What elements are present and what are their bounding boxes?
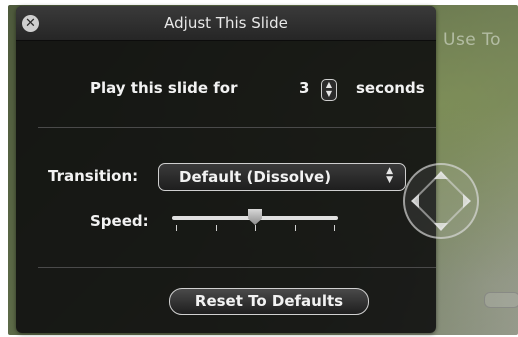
arrow-right-icon[interactable] bbox=[463, 194, 471, 208]
direction-pad-center bbox=[411, 171, 471, 231]
duration-label: Play this slide for bbox=[90, 79, 238, 97]
stepper-arrows-icon: ▲ ▼ bbox=[325, 80, 333, 98]
background-slide-text: Use To bbox=[443, 30, 502, 50]
hud-titlebar: ✕ Adjust This Slide bbox=[16, 6, 436, 41]
speed-slider-tick bbox=[176, 225, 177, 231]
arrow-left-icon[interactable] bbox=[411, 194, 419, 208]
duration-stepper[interactable]: ▲ ▼ bbox=[321, 79, 337, 101]
speed-label: Speed: bbox=[90, 212, 149, 230]
speed-slider-thumb[interactable] bbox=[248, 209, 262, 225]
duration-value[interactable]: 3 bbox=[299, 79, 309, 97]
transition-selected-value: Default (Dissolve) bbox=[179, 168, 332, 186]
popup-arrows-icon: ▲ ▼ bbox=[386, 166, 393, 185]
transition-select[interactable]: Default (Dissolve) ▲ ▼ bbox=[158, 163, 406, 191]
divider bbox=[38, 127, 436, 128]
arrow-down-icon[interactable] bbox=[434, 223, 448, 231]
direction-pad-icon[interactable] bbox=[403, 163, 479, 239]
duration-unit-label: seconds bbox=[356, 79, 425, 97]
arrow-up-icon[interactable] bbox=[434, 171, 448, 179]
background-control bbox=[484, 292, 518, 308]
reset-to-defaults-button[interactable]: Reset To Defaults bbox=[169, 288, 369, 315]
speed-slider-tick bbox=[334, 225, 335, 231]
speed-slider-tick bbox=[255, 225, 256, 231]
divider bbox=[38, 267, 436, 268]
transition-label: Transition: bbox=[48, 167, 139, 185]
speed-slider-tick bbox=[294, 225, 296, 231]
hud-title: Adjust This Slide bbox=[164, 14, 288, 32]
speed-slider-tick bbox=[215, 225, 217, 231]
adjust-slide-hud: ✕ Adjust This Slide Play this slide for … bbox=[16, 6, 436, 333]
